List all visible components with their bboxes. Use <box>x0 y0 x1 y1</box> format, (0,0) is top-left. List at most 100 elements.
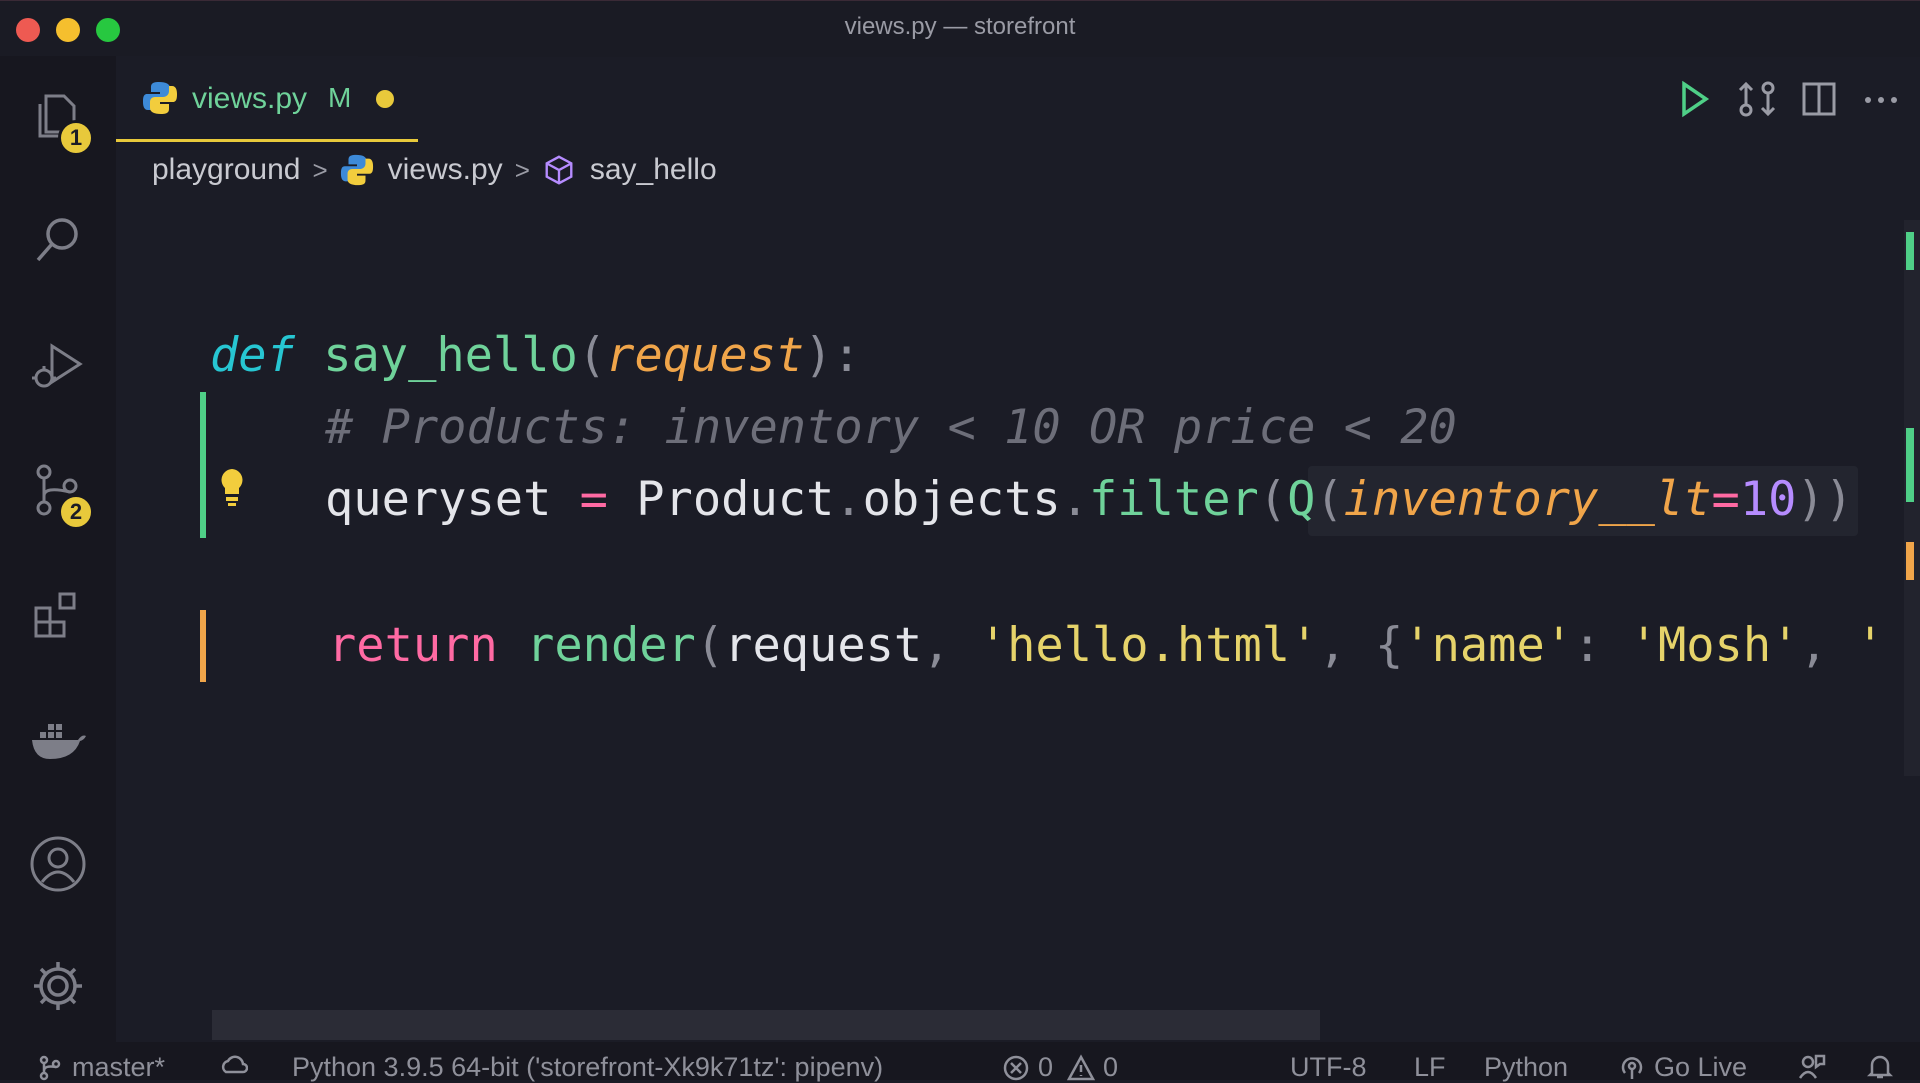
error-icon <box>1003 1055 1029 1080</box>
branch-name: master* <box>72 1052 166 1082</box>
compare-icon[interactable] <box>1736 78 1778 120</box>
error-count: 0 <box>1038 1052 1054 1082</box>
python-interpreter-status[interactable]: Python 3.9.5 64-bit ('storefront-Xk9k71t… <box>292 1052 883 1083</box>
eol-status[interactable]: LF <box>1414 1052 1446 1083</box>
git-added-gutter <box>200 392 206 538</box>
token-colon: : <box>1573 618 1602 673</box>
feedback-button[interactable] <box>1798 1052 1834 1080</box>
sync-status[interactable] <box>220 1052 256 1080</box>
code-editor[interactable]: def say_hello(request): # Products: inve… <box>0 0 1884 673</box>
horizontal-scrollbar[interactable] <box>212 1010 1320 1040</box>
git-modified-gutter <box>200 610 206 682</box>
token-paren: ): <box>804 328 861 383</box>
modified-indicator: M <box>328 82 352 113</box>
token-paren: ( <box>1315 472 1344 527</box>
token-class: Q <box>1287 472 1316 527</box>
token-number: 10 <box>1739 472 1797 527</box>
token-comma: , <box>922 618 951 673</box>
tab-label: views.py <box>192 82 308 115</box>
token-paren: ) <box>1824 472 1854 527</box>
code-line-2: # Products: inventory < 10 OR price < 20 <box>325 392 1457 464</box>
branch-icon <box>39 1055 61 1080</box>
feedback-icon <box>1798 1054 1826 1079</box>
settings-button[interactable] <box>24 952 92 1020</box>
breadcrumb: playground > views.py > say_hello <box>152 148 717 192</box>
token-string: ' <box>1856 618 1885 673</box>
docker-button[interactable] <box>24 706 92 774</box>
token-function: say_hello <box>323 328 578 383</box>
token-paren: ( <box>695 618 725 673</box>
warning-count: 0 <box>1103 1052 1119 1082</box>
token-class: Product <box>636 472 835 527</box>
token-keyword: return <box>328 618 498 673</box>
symbol-method-icon <box>545 155 573 185</box>
account-icon <box>30 836 86 892</box>
token-method: filter <box>1089 472 1259 527</box>
settings-icon <box>34 962 82 1010</box>
breadcrumb-folder[interactable]: playground <box>152 153 300 187</box>
broadcast-icon <box>1621 1056 1643 1079</box>
notifications-button[interactable] <box>1866 1052 1902 1080</box>
token-function: render <box>526 618 696 673</box>
title-bar: views.py — storefront <box>0 0 1920 57</box>
chevron-right-icon: > <box>514 154 530 185</box>
token-string: 'Mosh' <box>1629 618 1800 673</box>
source-control-badge: 2 <box>58 494 94 530</box>
token-keyword: def <box>210 328 295 383</box>
token-paren: ) <box>1796 472 1825 527</box>
token-string: 'name' <box>1403 618 1574 673</box>
python-icon <box>143 82 177 114</box>
token-comma: , <box>1799 618 1828 673</box>
python-icon <box>340 154 373 186</box>
breadcrumb-file[interactable]: views.py <box>388 153 503 187</box>
code-line-5: return render(request, 'hello.html', {'n… <box>328 610 1884 682</box>
chevron-right-icon: > <box>312 154 328 185</box>
token-paren: ( <box>577 328 607 383</box>
language-label: Python <box>1484 1052 1569 1082</box>
encoding-status[interactable]: UTF-8 <box>1290 1052 1367 1083</box>
sync-icon <box>221 1055 248 1074</box>
token-operator: = <box>1711 472 1740 527</box>
extensions-button[interactable] <box>24 580 92 648</box>
docker-icon <box>32 724 86 759</box>
status-bar: master* Python 3.9.5 64-bit ('storefront… <box>0 1042 1920 1083</box>
token-string: 'hello.html' <box>978 618 1319 673</box>
code-line-1: def say_hello(request): <box>210 320 861 392</box>
breadcrumb-symbol[interactable]: say_hello <box>590 153 717 187</box>
overview-modified-mark <box>1906 542 1914 580</box>
token-operator: = <box>579 472 608 527</box>
extensions-icon <box>34 592 76 638</box>
branch-status[interactable]: master* <box>36 1052 165 1083</box>
token-dot: . <box>1060 472 1090 527</box>
window-title: views.py — storefront <box>844 13 1076 40</box>
interpreter-label: Python 3.9.5 64-bit ('storefront-Xk9k71t… <box>292 1052 884 1082</box>
token-comment: # Products: inventory < 10 OR price < 20 <box>325 400 1457 455</box>
language-status[interactable]: Python <box>1484 1052 1568 1083</box>
token-paren: ( <box>1258 472 1288 527</box>
tab-views-py[interactable]: views.py M <box>116 56 418 142</box>
more-icon[interactable] <box>1860 78 1902 120</box>
account-button[interactable] <box>24 830 92 898</box>
run-icon[interactable] <box>1672 78 1714 120</box>
token-attribute: objects <box>862 472 1061 527</box>
explorer-badge: 1 <box>58 120 94 156</box>
token-comma: , <box>1318 618 1347 673</box>
code-line-3: queryset = Product.objects.filter(Q(inve… <box>325 464 1853 536</box>
unsaved-dot[interactable] <box>376 90 394 108</box>
go-live-label: Go Live <box>1654 1052 1748 1082</box>
token-variable: queryset <box>325 472 552 527</box>
lightbulb-icon[interactable] <box>216 466 248 508</box>
token-keyword-argument: inventory__lt <box>1343 472 1712 527</box>
token-parameter: request <box>606 328 805 383</box>
token-variable: request <box>724 618 923 673</box>
overview-added-mark <box>1906 428 1914 502</box>
warning-icon <box>1067 1053 1096 1080</box>
overview-added-mark <box>1906 232 1914 270</box>
eol-label: LF <box>1414 1052 1446 1082</box>
go-live-button[interactable]: Go Live <box>1618 1052 1747 1083</box>
encoding-label: UTF-8 <box>1290 1052 1367 1082</box>
token-dot: . <box>834 472 863 527</box>
split-editor-icon[interactable] <box>1798 78 1840 120</box>
token-brace: { <box>1374 618 1404 673</box>
problems-status[interactable]: 0 0 <box>1002 1052 1118 1083</box>
